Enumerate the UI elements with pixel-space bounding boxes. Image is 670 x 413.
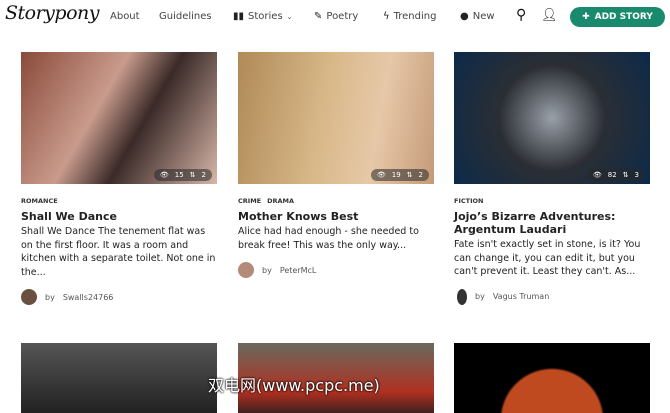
add-story-button[interactable]: ✚ ADD STORY <box>570 7 665 27</box>
chevron-down-icon: ⌄ <box>286 12 293 21</box>
category-tag[interactable]: DRAMA <box>267 197 294 205</box>
clock-icon: ● <box>460 11 469 22</box>
eye-icon: 👁︎ <box>376 171 386 179</box>
story-card[interactable]: 👁︎ 19 ⇅ 2 CRIME DRAMA Mother Knows Best Alic… <box>238 52 434 278</box>
nav-stories[interactable]: ▮▮ Stories ⌄ <box>233 11 293 22</box>
nav-poetry[interactable]: ✎ Poetry <box>314 11 358 22</box>
story-title[interactable]: Shall We Dance <box>21 210 217 223</box>
share-icon: ⇅ <box>622 171 629 179</box>
nav-trending[interactable]: ϟ Trending <box>383 11 436 22</box>
share-count: 2 <box>418 171 423 179</box>
category-tag[interactable]: CRIME <box>238 197 261 205</box>
nav-new[interactable]: ● New <box>460 11 495 22</box>
view-count: 19 <box>391 171 401 179</box>
nav-about[interactable]: About <box>110 11 140 22</box>
user-icon[interactable]: 👤︎ <box>541 8 558 23</box>
story-stats: 👁︎ 82 ⇅ 3 <box>586 169 645 181</box>
nav-stories-label: Stories <box>248 11 283 22</box>
share-icon: ⇅ <box>189 171 196 179</box>
book-icon: ▮▮ <box>233 11 245 22</box>
nav-trending-label: Trending <box>393 11 437 22</box>
story-image[interactable] <box>454 343 650 413</box>
story-image[interactable]: 👁︎ 15 ⇅ 2 <box>21 52 217 184</box>
avatar[interactable] <box>238 262 254 278</box>
pencil-icon: ✎ <box>314 11 323 22</box>
avatar[interactable] <box>21 289 37 305</box>
story-title[interactable]: Mother Knows Best <box>238 210 434 223</box>
story-image[interactable] <box>21 343 217 413</box>
logo[interactable]: Storypony <box>5 2 99 24</box>
by-label: by <box>475 292 485 301</box>
top-nav: Storypony About Guidelines ▮▮ Stories ⌄ ✎ P… <box>0 0 670 36</box>
nav-guidelines-label: Guidelines <box>159 11 212 22</box>
eye-icon: 👁︎ <box>159 171 169 179</box>
author-link[interactable]: PeterMcL <box>280 266 317 275</box>
story-card[interactable]: 👁︎ 82 ⇅ 3 FICTION Jojo’s Bizarre Adventures… <box>454 52 650 305</box>
watermark: 双电网(www.pcpc.me) <box>208 376 380 395</box>
story-excerpt: Alice had had enough - she needed to bre… <box>238 226 419 251</box>
story-title[interactable]: Jojo’s Bizarre Adventures: Argentum Laud… <box>454 210 650 236</box>
by-label: by <box>45 292 55 302</box>
story-stats: 👁︎ 19 ⇅ 2 <box>370 169 429 181</box>
category-tag[interactable]: ROMANCE <box>21 197 58 205</box>
nav-guidelines[interactable]: Guidelines <box>159 11 212 22</box>
by-label: by <box>262 265 272 275</box>
category-tag[interactable]: FICTION <box>454 197 483 205</box>
avatar[interactable] <box>457 288 467 305</box>
search-icon[interactable]: ⚲ <box>516 7 526 23</box>
story-card[interactable]: 👁︎ 15 ⇅ 2 ROMANCE Shall We Dance Shall We D… <box>21 52 217 305</box>
nav-new-label: New <box>472 11 495 22</box>
story-excerpt: Shall We Dance The tenement flat was on … <box>21 226 216 278</box>
plus-icon: ✚ <box>582 12 590 22</box>
view-count: 15 <box>174 171 184 179</box>
story-stats: 👁︎ 15 ⇅ 2 <box>153 169 212 181</box>
eye-icon: 👁︎ <box>592 171 602 179</box>
story-image[interactable]: 👁︎ 19 ⇅ 2 <box>238 52 434 184</box>
share-icon: ⇅ <box>406 171 413 179</box>
bolt-icon: ϟ <box>383 11 390 22</box>
nav-about-label: About <box>110 11 140 22</box>
author-link[interactable]: Swalls24766 <box>63 293 114 302</box>
story-excerpt: Fate isn't exactly set in stone, is it? … <box>454 239 641 277</box>
nav-poetry-label: Poetry <box>326 11 359 22</box>
author-link[interactable]: Vagus Truman <box>493 292 549 301</box>
share-count: 3 <box>634 171 639 179</box>
add-story-label: ADD STORY <box>594 12 653 22</box>
view-count: 82 <box>607 171 617 179</box>
story-image[interactable]: 👁︎ 82 ⇅ 3 <box>454 52 650 184</box>
share-count: 2 <box>201 171 206 179</box>
